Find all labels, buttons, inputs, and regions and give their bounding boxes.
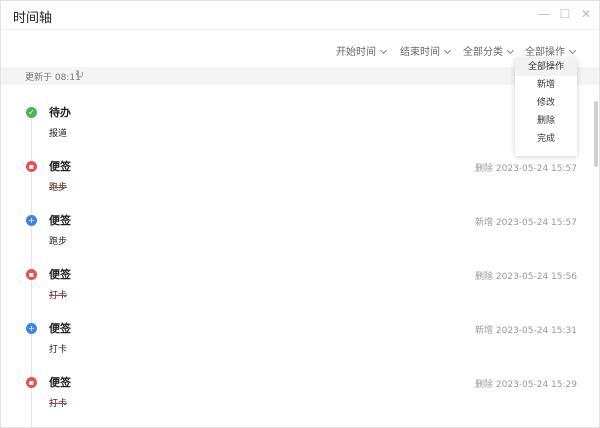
- end-time-label: 结束时间: [400, 47, 440, 58]
- dropdown-option-add[interactable]: 新增: [515, 76, 577, 94]
- item-meta: 删除 2023-05-24 15:29: [475, 377, 577, 390]
- trash-icon: ▪: [26, 269, 37, 280]
- timeline-list: ✓ 待办 报道 完成 ▪ 便签 跑步 删除 2023-05-24 15:57 +…: [1, 85, 593, 427]
- item-type: 待办: [49, 106, 71, 119]
- start-time-label: 开始时间: [336, 47, 376, 58]
- item-action: 删除: [475, 164, 494, 174]
- operation-filter[interactable]: 全部操作: [525, 43, 577, 58]
- start-time-filter[interactable]: 开始时间: [336, 43, 388, 58]
- end-time-filter[interactable]: 结束时间: [400, 43, 452, 58]
- chevron-down-icon: [568, 46, 577, 55]
- item-time: 2023-05-24 15:57: [495, 218, 577, 228]
- item-action: 新增: [475, 218, 494, 228]
- item-type: 便签: [49, 268, 71, 281]
- category-label: 全部分类: [463, 47, 503, 58]
- item-action: 删除: [475, 272, 494, 282]
- category-filter[interactable]: 全部分类: [463, 43, 515, 58]
- trash-icon: ▪: [26, 161, 37, 172]
- refresh-icon[interactable]: ↻: [75, 68, 84, 81]
- item-time: 2023-05-24 15:56: [495, 272, 577, 282]
- dropdown-option-modify[interactable]: 修改: [515, 94, 577, 112]
- window-title: 时间轴: [13, 11, 53, 26]
- item-meta: 新增 2023-05-24 15:31: [475, 323, 577, 336]
- item-time: 2023-05-24 15:29: [495, 380, 577, 390]
- dropdown-option-delete[interactable]: 删除: [515, 112, 577, 130]
- plus-icon: +: [26, 323, 37, 334]
- trash-icon: ▪: [26, 377, 37, 388]
- close-icon[interactable]: ✕: [579, 7, 593, 21]
- item-meta: 删除 2023-05-24 15:57: [475, 161, 577, 174]
- item-action: 删除: [475, 380, 494, 390]
- item-type: 便签: [49, 160, 71, 173]
- item-content: 打卡: [49, 291, 68, 301]
- item-meta: 删除 2023-05-24 15:56: [475, 269, 577, 282]
- plus-icon: +: [26, 215, 37, 226]
- timeline-item[interactable]: + 便签 跑步 新增 2023-05-24 15:57: [1, 197, 593, 251]
- chevron-down-icon: [379, 46, 388, 55]
- maximize-icon[interactable]: ☐: [558, 7, 572, 21]
- timeline-item[interactable]: ▪ 便签 打卡 删除 2023-05-24 15:56: [1, 251, 593, 305]
- item-time: 2023-05-24 15:31: [495, 326, 577, 336]
- timeline-item[interactable]: ▪ 便签 跑步 删除 2023-05-24 15:57: [1, 143, 593, 197]
- item-action: 新增: [475, 326, 494, 336]
- timeline-window: 时间轴 — ☐ ✕ 开始时间 结束时间 全部分类 全部操作 更新于 08:11 …: [0, 0, 600, 428]
- item-type: 便签: [49, 376, 71, 389]
- chevron-down-icon: [506, 46, 515, 55]
- item-content: 打卡: [49, 399, 68, 409]
- item-type: 便签: [49, 322, 71, 335]
- item-content: 打卡: [49, 345, 68, 355]
- item-meta: 新增 2023-05-24 15:57: [475, 215, 577, 228]
- item-content: 报道: [49, 129, 68, 139]
- timeline-item[interactable]: ✓ 待办 报道 完成: [1, 89, 593, 143]
- filter-bar: 开始时间 结束时间 全部分类 全部操作: [1, 29, 599, 68]
- scrollbar-thumb[interactable]: [594, 101, 598, 167]
- check-icon: ✓: [26, 107, 37, 118]
- operation-dropdown-menu: 全部操作 新增 修改 删除 完成: [515, 58, 577, 156]
- update-bar: 更新于 08:11 ↻: [1, 67, 599, 85]
- title-bar: 时间轴 — ☐ ✕: [1, 1, 599, 29]
- item-time: 2023-05-24 15:57: [495, 164, 577, 174]
- timeline-item[interactable]: ▪ 便签 打卡 删除 2023-05-24 15:29: [1, 359, 593, 413]
- item-content: 跑步: [49, 237, 68, 247]
- operation-label: 全部操作: [525, 47, 565, 58]
- dropdown-option-complete[interactable]: 完成: [515, 130, 577, 148]
- item-content: 跑步: [49, 183, 68, 193]
- update-time-text: 更新于 08:11: [25, 73, 81, 83]
- dropdown-option-all[interactable]: 全部操作: [515, 58, 577, 76]
- chevron-down-icon: [443, 46, 452, 55]
- timeline-item[interactable]: + 便签 打卡 新增 2023-05-24 15:31: [1, 305, 593, 359]
- minimize-icon[interactable]: —: [537, 7, 551, 21]
- item-type: 便签: [49, 214, 71, 227]
